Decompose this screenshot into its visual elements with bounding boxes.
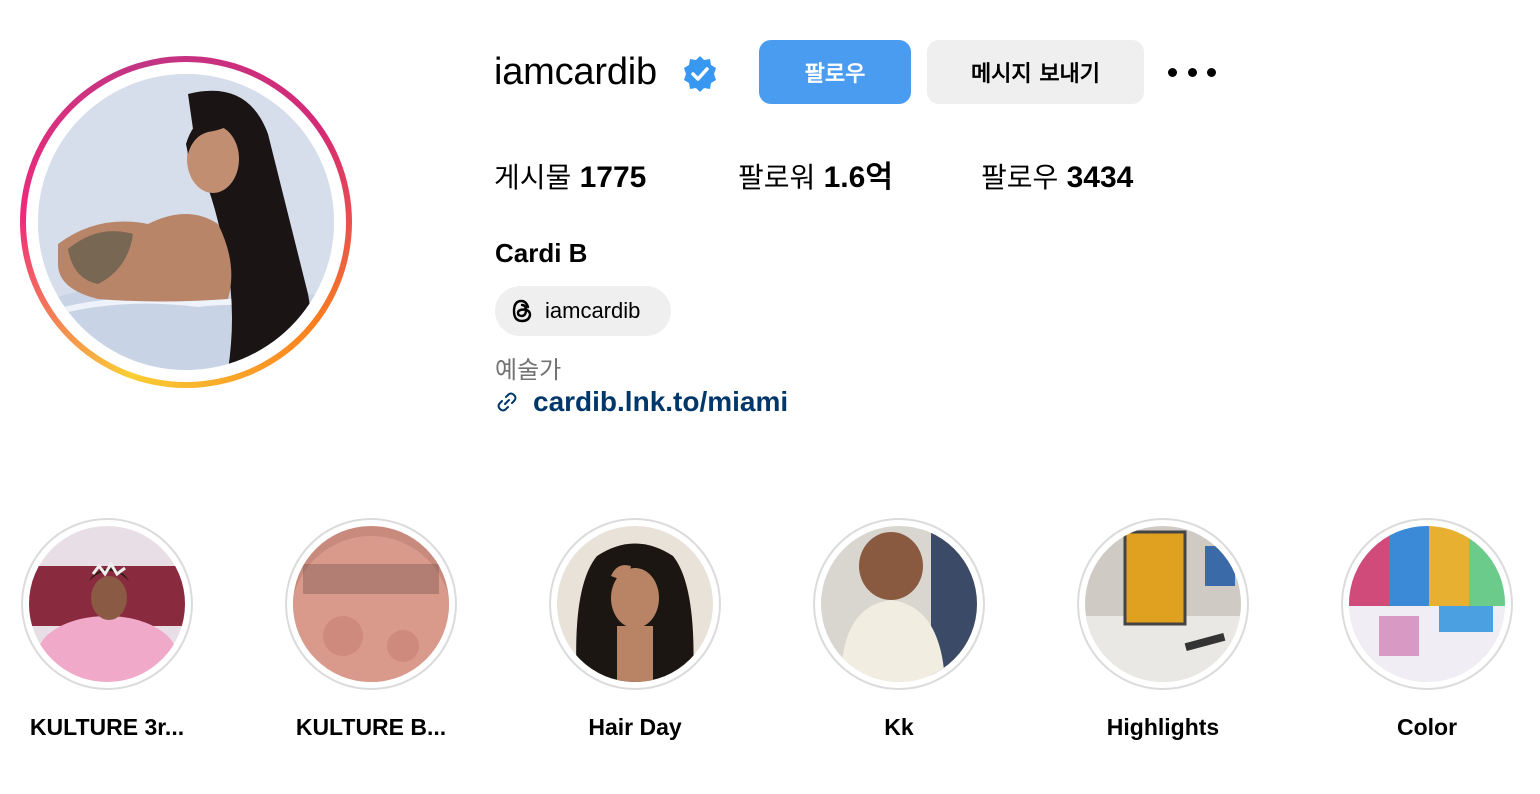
link-icon [497,392,517,412]
highlight-photo [29,526,185,682]
message-button[interactable]: 메시지 보내기 [927,40,1144,104]
highlight-ring [1077,518,1249,690]
highlight-cover [821,526,977,682]
profile-link-text: cardib.lnk.to/miami [533,386,789,417]
stat-following-label: 팔로우 [981,161,1059,194]
highlight-label: KULTURE 3r... [29,714,185,740]
highlight-label: Kk [884,714,914,740]
stat-following[interactable]: 팔로우 3434 [981,158,1133,198]
highlight-photo [557,526,713,682]
stat-posts-value: 1775 [579,161,647,194]
highlight-cover [293,526,449,682]
highlight-photo [821,526,977,682]
threads-handle: iamcardib [545,298,641,323]
highlight-ring [813,518,985,690]
stat-posts: 게시물 1775 [494,158,646,198]
stat-followers-label: 팔로워 [738,161,816,194]
profile-full-name: Cardi B [495,238,588,268]
highlight-ring [549,518,721,690]
avatar-gap [26,62,346,382]
avatar-photo [38,74,334,370]
highlight-cover [557,526,713,682]
threads-icon [512,299,532,323]
highlight-ring [21,518,193,690]
profile-avatar-story-ring[interactable] [20,56,352,388]
profile-link[interactable]: cardib.lnk.to/miami [495,386,788,418]
highlight-item[interactable]: Color [1341,518,1513,740]
highlight-label: KULTURE B... [295,714,447,740]
highlight-label: Highlights [1106,714,1220,740]
highlight-photo [1349,526,1505,682]
highlight-cover [29,526,185,682]
highlight-item[interactable]: Kk [813,518,985,740]
verified-badge-icon [684,56,716,92]
highlight-item[interactable]: Hair Day [549,518,721,740]
profile-category: 예술가 [495,356,562,384]
more-dot [1207,67,1216,77]
threads-badge[interactable]: iamcardib [495,286,671,336]
highlight-photo [1085,526,1241,682]
highlight-item[interactable]: KULTURE B... [285,518,457,740]
profile-username: iamcardib [494,51,657,93]
stat-following-value: 3434 [1066,161,1134,194]
more-options-icon[interactable] [1168,58,1216,86]
highlight-item[interactable]: KULTURE 3r... [21,518,193,740]
highlight-label: Color [1396,714,1458,740]
more-dot [1168,67,1177,77]
highlight-label: Hair Day [588,714,682,740]
highlight-item[interactable]: Highlights [1077,518,1249,740]
stat-followers[interactable]: 팔로워 1.6억 [738,158,893,198]
stat-followers-value: 1.6억 [823,161,893,194]
highlight-photo [293,526,449,682]
highlight-ring [1341,518,1513,690]
highlight-cover [1349,526,1505,682]
follow-button[interactable]: 팔로우 [759,40,911,104]
highlight-ring [285,518,457,690]
more-dot [1187,67,1197,77]
profile-avatar[interactable] [38,74,334,370]
stat-posts-label: 게시물 [494,161,572,194]
highlight-cover [1085,526,1241,682]
